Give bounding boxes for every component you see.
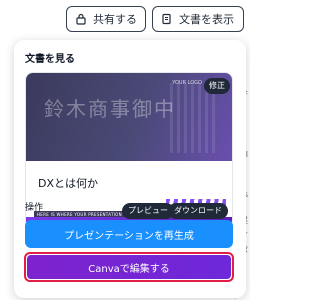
document-thumbnail[interactable]: 鈴木商事御中 YOUR LOGO 修正 bbox=[26, 73, 232, 161]
actions-section-label: 操作 bbox=[25, 203, 44, 213]
document-icon bbox=[162, 13, 171, 25]
regenerate-presentation-label: プレゼンテーションを再生成 bbox=[64, 230, 194, 242]
document-card[interactable]: 鈴木商事御中 YOUR LOGO 修正 DXとは何か HERE IS WHERE… bbox=[25, 72, 233, 228]
view-document-button-label: 文書を表示 bbox=[179, 13, 234, 26]
share-button[interactable]: 共有する bbox=[66, 6, 146, 32]
document-title: DXとは何か bbox=[38, 177, 99, 190]
preview-button[interactable]: プレビュー bbox=[122, 203, 174, 219]
download-button[interactable]: ダウンロード bbox=[168, 203, 228, 219]
top-toolbar: 共有する 文書を表示 bbox=[0, 0, 250, 40]
panel-title: 文書を見る bbox=[25, 54, 75, 65]
document-popup-panel: 文書を見る 鈴木商事御中 YOUR LOGO 修正 DXとは何か HERE IS… bbox=[14, 40, 246, 298]
regenerate-presentation-button[interactable]: プレゼンテーションを再生成 bbox=[25, 220, 233, 248]
edit-badge[interactable]: 修正 bbox=[204, 78, 230, 94]
app-root: F al ts 提 す ポ 共有する 文書を表示 文書を見る 鈴木商事御 bbox=[0, 0, 250, 300]
lock-icon bbox=[76, 13, 86, 25]
share-button-label: 共有する bbox=[93, 13, 137, 26]
edit-in-canva-button[interactable]: Canvaで編集する bbox=[27, 255, 231, 279]
edit-in-canva-label: Canvaで編集する bbox=[88, 263, 170, 275]
thumbnail-heading: 鈴木商事御中 bbox=[44, 97, 176, 121]
canva-button-highlight: Canvaで編集する bbox=[24, 252, 234, 282]
view-document-button[interactable]: 文書を表示 bbox=[152, 6, 244, 32]
thumbnail-logo: YOUR LOGO bbox=[172, 80, 202, 86]
